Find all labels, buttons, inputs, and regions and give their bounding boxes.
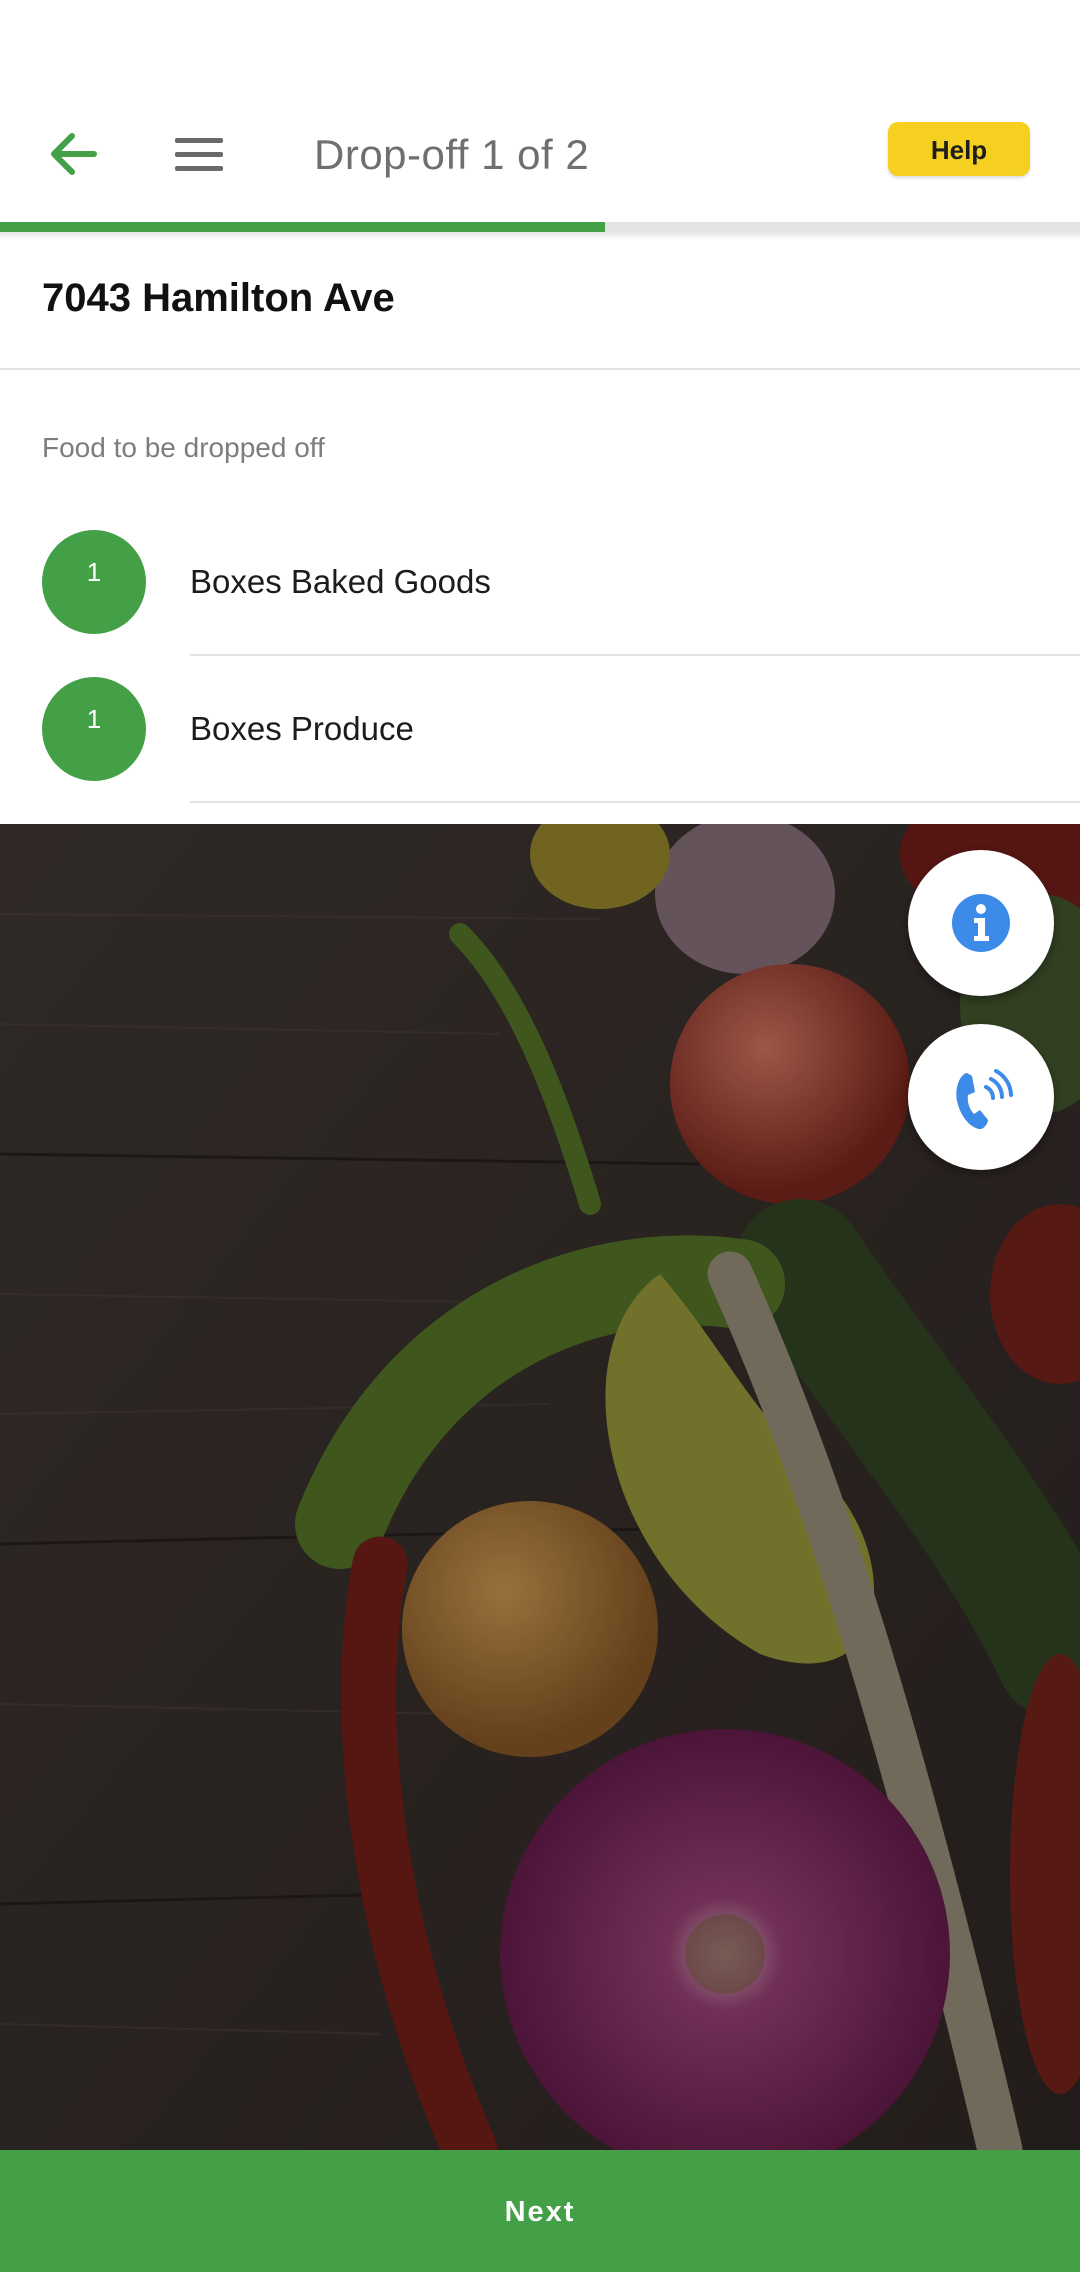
divider — [0, 368, 1080, 370]
info-icon — [952, 894, 1010, 952]
dropoff-progress-bar — [0, 222, 1080, 232]
app-bar-shadow — [0, 232, 1080, 240]
divider — [190, 654, 1080, 656]
dropoff-progress-fill — [0, 222, 605, 232]
food-section-label: Food to be dropped off — [42, 432, 325, 463]
hamburger-menu-icon[interactable] — [172, 128, 226, 182]
food-item-label: Boxes Produce — [190, 710, 414, 747]
quantity-badge: 1 — [42, 530, 146, 634]
info-button[interactable] — [908, 850, 1054, 996]
call-button[interactable] — [908, 1024, 1054, 1170]
food-list-item: 1 Boxes Baked Goods — [0, 530, 1080, 678]
app-bar: Drop-off 1 of 2 Help — [0, 88, 1080, 222]
dropoff-address: 7043 Hamilton Ave — [42, 276, 395, 320]
divider — [190, 801, 1080, 803]
quantity-badge: 1 — [42, 677, 146, 781]
next-button[interactable]: Next — [0, 2150, 1080, 2272]
phone-call-icon — [956, 1069, 1013, 1130]
status-bar — [0, 0, 1080, 88]
food-list-item: 1 Boxes Produce — [0, 677, 1080, 825]
help-button[interactable]: Help — [888, 122, 1030, 176]
dropoff-screen: Drop-off 1 of 2 Help 7043 Hamilton Ave F… — [0, 0, 1080, 2272]
food-item-label: Boxes Baked Goods — [190, 563, 491, 600]
arrow-left-icon[interactable] — [44, 124, 104, 184]
vegetables-background-image — [0, 824, 1080, 2150]
page-title: Drop-off 1 of 2 — [314, 131, 590, 178]
